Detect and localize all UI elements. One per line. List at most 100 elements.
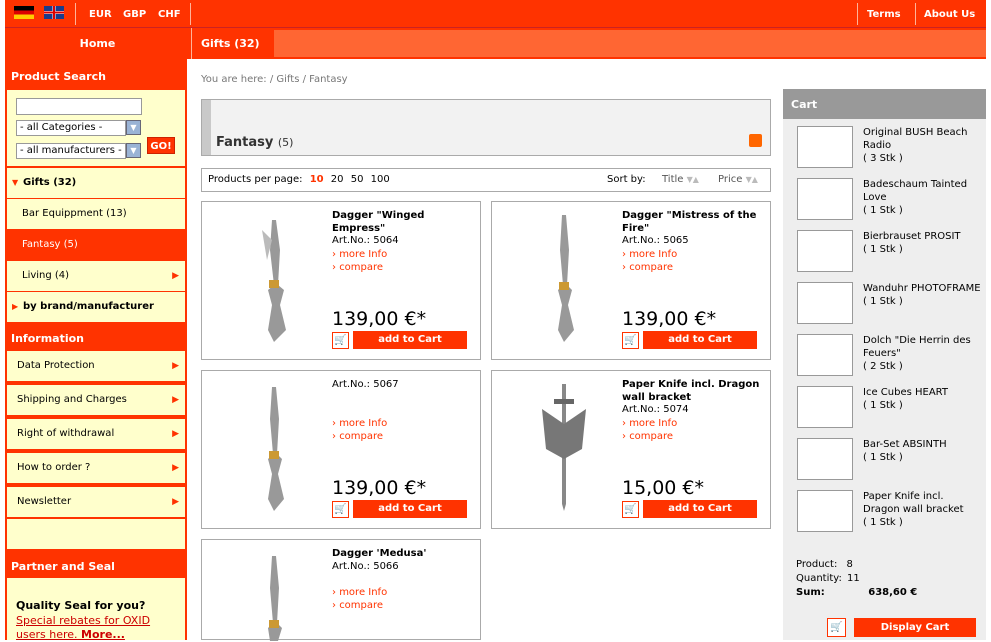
rss-icon[interactable] [749, 134, 762, 147]
per-page-50[interactable]: 50 [351, 174, 364, 185]
german-flag-icon[interactable] [14, 6, 34, 19]
display-cart-button[interactable]: Display Cart [854, 618, 976, 637]
compare-label[interactable]: compare [629, 262, 673, 273]
cart-item-text[interactable]: Paper Knife incl. Dragon wall bracket ( 1… [863, 490, 983, 529]
compare-label[interactable]: compare [339, 431, 383, 442]
cart-item-text[interactable]: Bar-Set ABSINTH ( 1 Stk ) [863, 438, 983, 464]
cart-item-thumbnail[interactable] [797, 282, 853, 324]
product-image-paper-knife[interactable] [512, 379, 616, 511]
sort-title[interactable]: Title ▼▲ [662, 169, 699, 191]
compare-label[interactable]: compare [339, 262, 383, 273]
compare-label[interactable]: compare [339, 600, 383, 611]
cart-item-thumbnail[interactable] [797, 334, 853, 376]
sort-arrows-icon[interactable]: ▼▲ [746, 175, 758, 184]
cart-item-name[interactable]: Wanduhr PHOTOFRAME [863, 283, 981, 294]
cart-item-thumbnail[interactable] [797, 178, 853, 220]
more-info-link[interactable]: › more Info [332, 417, 387, 430]
cart-item-thumbnail[interactable] [797, 126, 853, 168]
more-info-label[interactable]: more Info [339, 418, 387, 429]
compare-link[interactable]: › compare [622, 430, 673, 443]
add-to-cart-button[interactable]: add to Cart [643, 331, 757, 349]
add-to-cart-button[interactable]: add to Cart [353, 331, 467, 349]
more-info-label[interactable]: more Info [339, 587, 387, 598]
chevron-down-icon[interactable]: ▼ [126, 143, 141, 158]
seal-more-link[interactable]: More... [81, 628, 125, 641]
compare-link[interactable]: › compare [332, 599, 383, 612]
product-name[interactable]: Paper Knife incl. Dragon wall bracket [622, 378, 762, 404]
seal-link[interactable]: Special rebates for OXID users here. Mor… [16, 614, 181, 642]
cart-item-text[interactable]: Ice Cubes HEART ( 1 Stk ) [863, 386, 983, 412]
manufacturer-select[interactable]: - all manufacturers - [16, 143, 126, 159]
chevron-down-icon[interactable]: ▼ [126, 120, 141, 135]
cart-item-text[interactable]: Original BUSH Beach Radio ( 3 Stk ) [863, 126, 983, 165]
go-button[interactable]: GO! [147, 137, 175, 154]
more-info-link[interactable]: › more Info [622, 417, 677, 430]
compare-link[interactable]: › compare [332, 261, 383, 274]
sort-arrows-icon[interactable]: ▼▲ [687, 175, 699, 184]
sidebar-item-data-protection[interactable]: Data Protection ▶ [7, 351, 185, 381]
currency-gbp[interactable]: GBP [123, 9, 146, 20]
product-image-dagger[interactable] [222, 210, 326, 342]
cart-item-text[interactable]: Bierbrauset PROSIT ( 1 Stk ) [863, 230, 983, 256]
add-to-cart-button[interactable]: add to Cart [353, 500, 467, 518]
cart-item-thumbnail[interactable] [797, 386, 853, 428]
cart-item-name[interactable]: Badeschaum Tainted Love [863, 179, 967, 203]
more-info-label[interactable]: more Info [339, 249, 387, 260]
compare-link[interactable]: › compare [332, 430, 383, 443]
cart-item-thumbnail[interactable] [797, 490, 853, 532]
product-image-dagger[interactable] [512, 210, 616, 342]
sidebar-item-brand[interactable]: ▶ by brand/manufacturer [7, 292, 185, 322]
home-tab[interactable]: Home [5, 28, 190, 59]
sidebar-item-gifts[interactable]: ▼ Gifts (32) [7, 168, 185, 198]
compare-label[interactable]: compare [629, 431, 673, 442]
currency-eur[interactable]: EUR [89, 9, 112, 20]
cart-item-name[interactable]: Bierbrauset PROSIT [863, 231, 961, 242]
sort-price[interactable]: Price ▼▲ [718, 169, 758, 191]
cart-item-name[interactable]: Ice Cubes HEART [863, 387, 948, 398]
product-image-dagger[interactable] [222, 548, 326, 641]
gifts-tab[interactable]: Gifts (32) [191, 28, 273, 59]
cart-item-name[interactable]: Paper Knife incl. Dragon wall bracket [863, 491, 964, 515]
product-name[interactable]: Dagger 'Medusa' [332, 547, 472, 560]
sort-title-label[interactable]: Title [662, 174, 683, 185]
per-page-20[interactable]: 20 [331, 174, 344, 185]
product-name[interactable]: Dagger "Winged Empress" [332, 209, 472, 235]
category-select[interactable]: - all Categories - [16, 120, 126, 136]
sidebar-item-living[interactable]: Living (4) ▶ [7, 261, 185, 291]
more-info-label[interactable]: more Info [629, 418, 677, 429]
sidebar-item-newsletter[interactable]: Newsletter ▶ [7, 487, 185, 517]
cart-icon[interactable]: 🛒 [332, 501, 349, 518]
sidebar-item-withdrawal[interactable]: Right of withdrawal ▶ [7, 419, 185, 449]
sidebar-item-fantasy[interactable]: Fantasy (5) [7, 230, 185, 260]
sidebar-item-shipping[interactable]: Shipping and Charges ▶ [7, 385, 185, 415]
cart-item-name[interactable]: Bar-Set ABSINTH [863, 439, 947, 450]
more-info-link[interactable]: › more Info [332, 248, 387, 261]
cart-item-thumbnail[interactable] [797, 438, 853, 480]
product-image-dagger[interactable] [222, 379, 326, 511]
per-page-10[interactable]: 10 [310, 174, 324, 185]
terms-link[interactable]: Terms [867, 9, 901, 20]
search-input[interactable] [16, 98, 142, 115]
cart-icon[interactable]: 🛒 [622, 332, 639, 349]
about-link[interactable]: About Us [924, 9, 975, 20]
cart-item-text[interactable]: Wanduhr PHOTOFRAME ( 1 Stk ) [863, 282, 983, 308]
compare-link[interactable]: › compare [622, 261, 673, 274]
cart-item-text[interactable]: Badeschaum Tainted Love ( 1 Stk ) [863, 178, 983, 217]
sort-price-label[interactable]: Price [718, 174, 742, 185]
more-info-link[interactable]: › more Info [332, 586, 387, 599]
cart-icon[interactable]: 🛒 [622, 501, 639, 518]
cart-icon[interactable]: 🛒 [827, 618, 846, 637]
cart-item-text[interactable]: Dolch "Die Herrin des Feuers" ( 2 Stk ) [863, 334, 983, 373]
currency-chf[interactable]: CHF [158, 9, 181, 20]
add-to-cart-button[interactable]: add to Cart [643, 500, 757, 518]
cart-icon[interactable]: 🛒 [332, 332, 349, 349]
english-flag-icon[interactable] [44, 6, 64, 19]
product-name[interactable]: Dagger "Mistress of the Fire" [622, 209, 762, 235]
sidebar-item-bar[interactable]: Bar Equippment (13) [7, 199, 185, 229]
more-info-label[interactable]: more Info [629, 249, 677, 260]
cart-item-thumbnail[interactable] [797, 230, 853, 272]
more-info-link[interactable]: › more Info [622, 248, 677, 261]
cart-item-name[interactable]: Dolch "Die Herrin des Feuers" [863, 335, 971, 359]
sidebar-item-how-to-order[interactable]: How to order ? ▶ [7, 453, 185, 483]
per-page-100[interactable]: 100 [371, 174, 390, 185]
